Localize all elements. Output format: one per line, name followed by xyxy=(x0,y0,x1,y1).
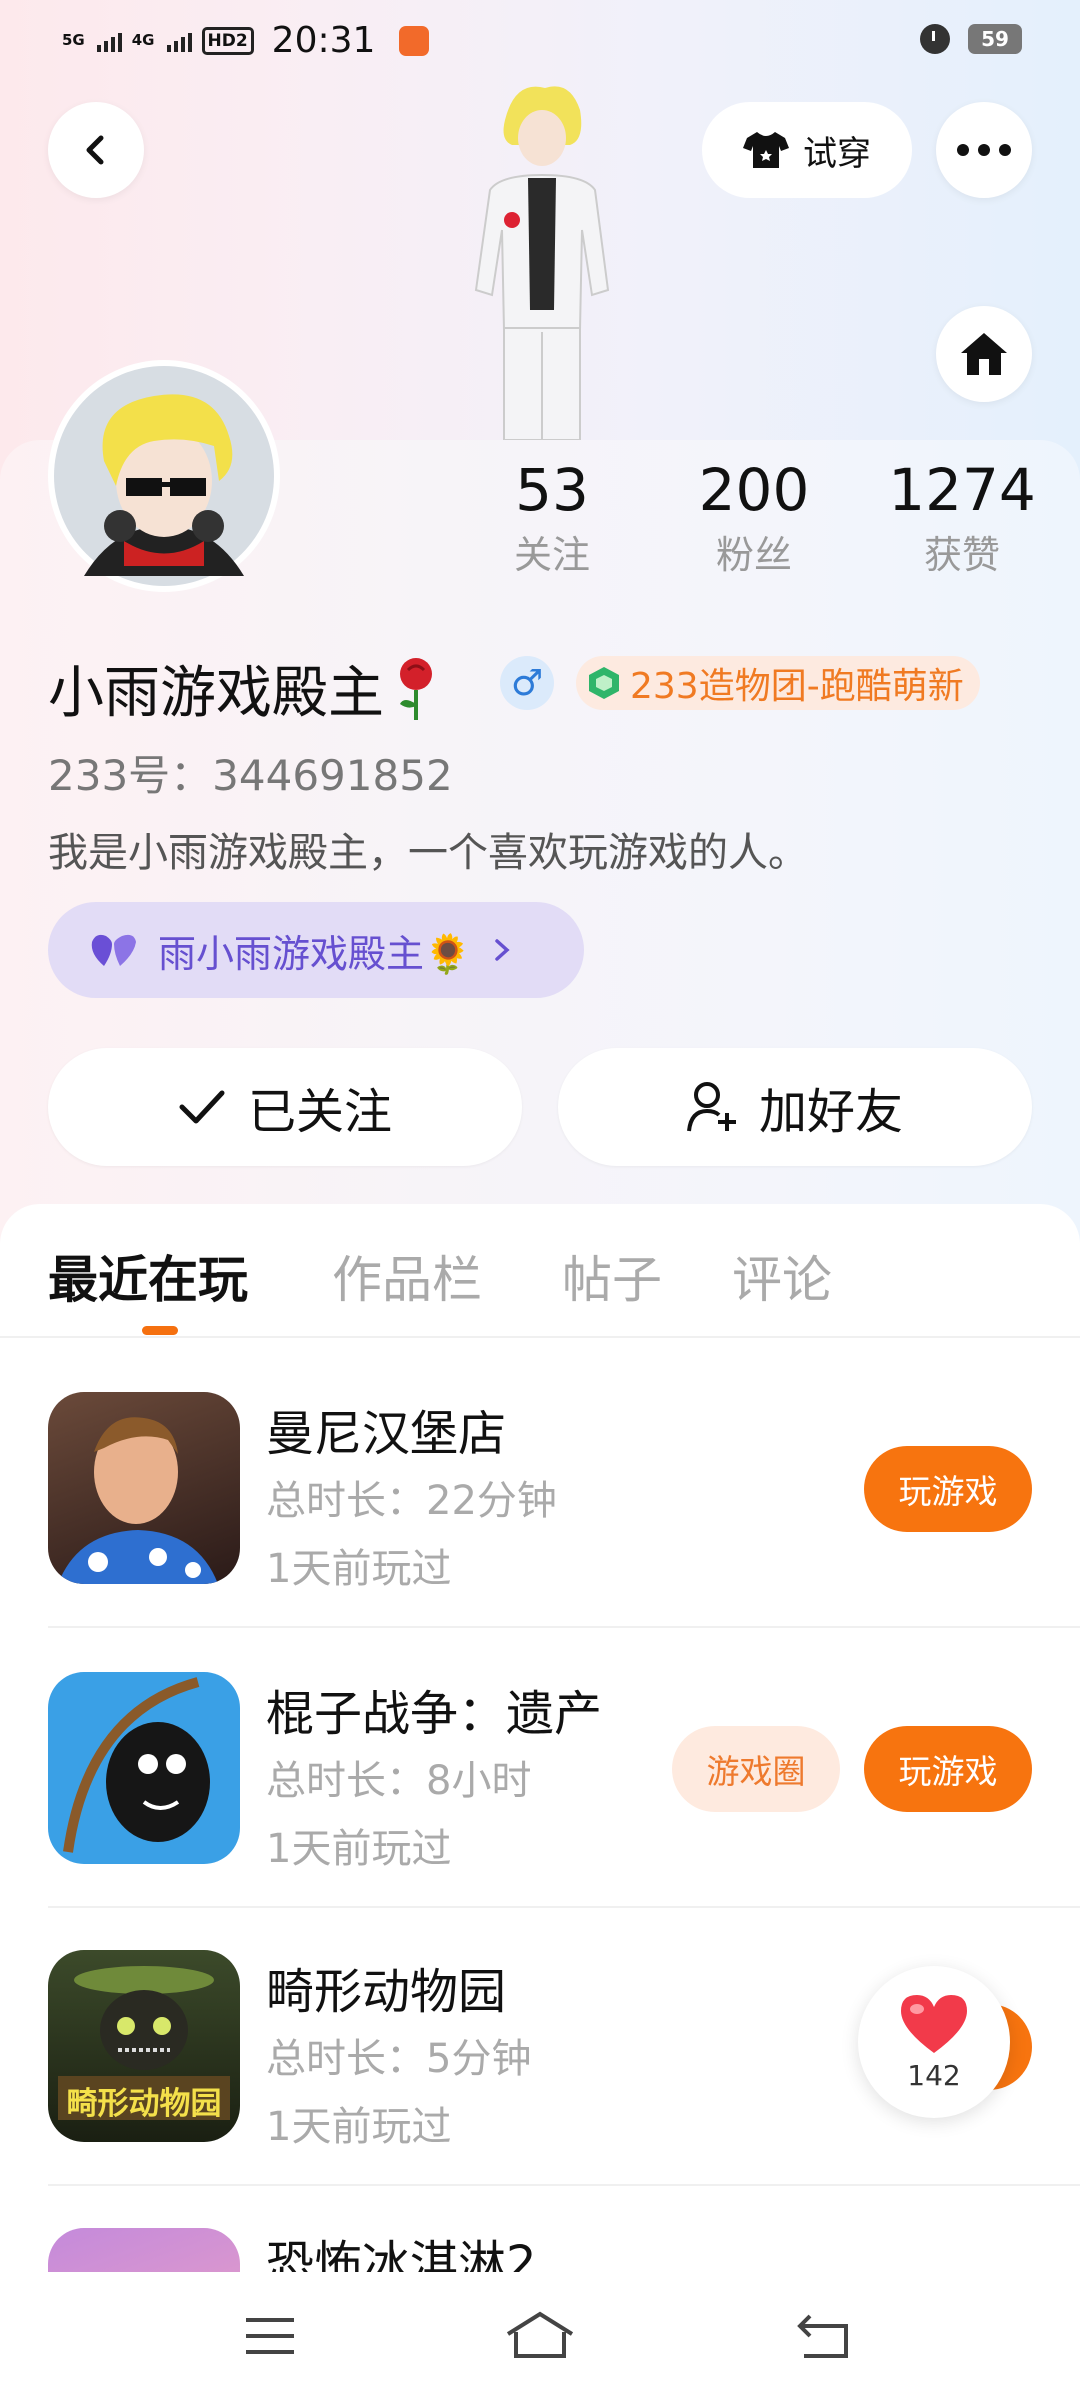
game-icon-burger[interactable] xyxy=(48,1392,240,1584)
game-duration: 总时长：22分钟 xyxy=(266,1478,557,1524)
stat-fans[interactable]: 200 粉丝 xyxy=(674,456,834,579)
try-on-label: 试穿 xyxy=(803,133,871,174)
rose-icon xyxy=(400,657,432,720)
back-nav-icon[interactable] xyxy=(796,2312,852,2360)
tab-posts[interactable]: 帖子 xyxy=(562,1240,662,1312)
heart-icon xyxy=(901,1994,967,2053)
chevron-left-icon xyxy=(86,135,104,165)
relationship-tag[interactable]: 雨小雨游戏殿主🌻 xyxy=(48,902,584,998)
menu-icon[interactable] xyxy=(244,2316,296,2356)
add-user-icon xyxy=(686,1082,736,1132)
double-heart-icon xyxy=(91,934,136,966)
gender-male-icon: ♂ xyxy=(500,656,554,710)
divider xyxy=(48,2184,1080,2186)
user-id: 233号：344691852 xyxy=(48,751,453,800)
home-button[interactable] xyxy=(936,306,1032,402)
avatar-image xyxy=(54,366,274,586)
game-icon-zoo[interactable]: 畸形动物园 xyxy=(48,1950,240,2142)
network-4g: 4G xyxy=(131,31,155,49)
play-button[interactable]: 玩游戏 xyxy=(864,1446,1032,1532)
signal-icon xyxy=(96,30,122,52)
add-friend-button[interactable]: 加好友 xyxy=(558,1048,1032,1166)
back-button[interactable] xyxy=(48,102,144,198)
stat-likes-label: 获赞 xyxy=(923,533,1000,577)
game-last-played: 1天前玩过 xyxy=(266,1546,452,1592)
relationship-tag-label: 雨小雨游戏殿主🌻 xyxy=(158,931,472,976)
cube-badge-icon xyxy=(589,667,619,699)
stat-fans-label: 粉丝 xyxy=(715,533,792,577)
stat-likes-value: 1274 xyxy=(888,456,1036,524)
game-icon-ice-cream[interactable] xyxy=(48,2228,240,2272)
battery-icon: 59 xyxy=(968,24,1022,54)
divider xyxy=(48,1626,1080,1628)
stat-following-label: 关注 xyxy=(513,533,590,577)
more-dots-icon xyxy=(957,144,1011,156)
try-on-button[interactable]: 试穿 xyxy=(702,102,912,198)
stat-fans-value: 200 xyxy=(698,456,810,524)
game-circle-button[interactable]: 游戏圈 xyxy=(672,1726,840,1812)
network-5g: 5G xyxy=(62,31,85,49)
tshirt-icon xyxy=(743,132,789,168)
home-icon xyxy=(961,333,1007,375)
tab-comments[interactable]: 评论 xyxy=(732,1240,832,1312)
game-last-played: 1天前玩过 xyxy=(266,1826,452,1872)
signal-icon-2 xyxy=(166,30,192,52)
game-duration: 总时长：8小时 xyxy=(266,1758,532,1804)
avatar[interactable] xyxy=(48,360,280,592)
clock: 20:31 xyxy=(271,20,376,61)
tab-indicator xyxy=(142,1326,178,1335)
alarm-icon xyxy=(920,24,950,54)
user-name-row: 小雨游戏殿主 xyxy=(48,648,438,729)
user-bio: 我是小雨游戏殿主，一个喜欢玩游戏的人。 xyxy=(48,830,808,876)
character-figure xyxy=(420,70,660,441)
following-label: 已关注 xyxy=(247,1084,392,1140)
game-title[interactable]: 棍子战争：遗产 xyxy=(266,1674,602,1744)
home-nav-icon[interactable] xyxy=(504,2310,576,2360)
more-button[interactable] xyxy=(936,102,1032,198)
game-title[interactable]: 恐怖冰淇淋2 xyxy=(266,2228,537,2272)
creator-badge[interactable]: 233造物团-跑酷萌新 xyxy=(576,656,980,710)
divider xyxy=(48,1906,1080,1908)
following-button[interactable]: 已关注 xyxy=(48,1048,522,1166)
play-button[interactable]: 玩游戏 xyxy=(864,1726,1032,1812)
divider xyxy=(0,1336,1080,1338)
chevron-right-icon xyxy=(495,939,510,961)
creator-badge-label: 233造物团-跑酷萌新 xyxy=(630,666,964,707)
user-name: 小雨游戏殿主 xyxy=(48,661,384,726)
system-nav-bar xyxy=(0,2272,1080,2400)
game-icon-label: 畸形动物园 xyxy=(66,2086,222,2122)
stat-following-value: 53 xyxy=(515,456,589,524)
check-icon xyxy=(179,1090,225,1124)
game-duration: 总时长：5分钟 xyxy=(266,2036,532,2082)
like-count: 142 xyxy=(907,2058,961,2092)
game-title[interactable]: 畸形动物园 xyxy=(266,1952,506,2022)
like-button[interactable]: 142 xyxy=(858,1966,1010,2118)
game-icon-stick-war[interactable] xyxy=(48,1672,240,1864)
tab-recently-played[interactable]: 最近在玩 xyxy=(48,1240,248,1312)
stat-following[interactable]: 53 关注 xyxy=(472,456,632,579)
game-last-played: 1天前玩过 xyxy=(266,2104,452,2150)
stat-likes[interactable]: 1274 获赞 xyxy=(876,456,1048,579)
add-friend-label: 加好友 xyxy=(758,1084,903,1140)
app-notification-icon xyxy=(399,25,430,56)
game-row-partial: 恐怖冰淇淋2 xyxy=(0,2228,1080,2272)
tab-works[interactable]: 作品栏 xyxy=(332,1240,482,1312)
hd-icon: HD2 xyxy=(201,26,254,55)
game-title[interactable]: 曼尼汉堡店 xyxy=(266,1394,506,1464)
